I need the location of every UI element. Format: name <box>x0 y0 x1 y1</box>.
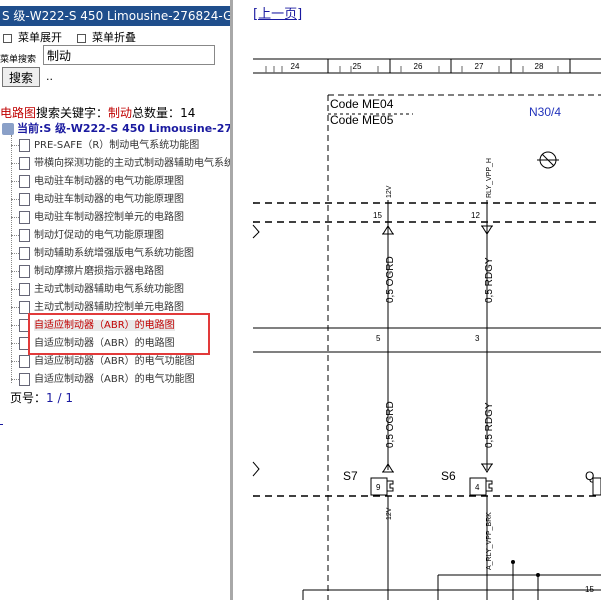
wire-label: RLY_VPP_H <box>486 158 493 198</box>
pin-label: 9 <box>376 483 381 492</box>
summary-prefix: 电路图 <box>0 106 37 120</box>
wire-color: 0,5 OGRD <box>385 401 396 448</box>
summary-total: 14 <box>180 106 196 120</box>
pin-label: 15 <box>585 585 594 594</box>
collapse-checkbox-icon[interactable] <box>77 33 86 43</box>
current-model: 当前:S 级-W222-S 450 Limousine-276824-GA <box>2 120 230 136</box>
wire-color: 0,5 RDGY <box>484 402 495 448</box>
column-number: 28 <box>535 62 544 71</box>
window-title: S 级-W222-S 450 Limousine-276824-GA <box>0 6 230 26</box>
summary-keyword-label: 搜索关键字： <box>36 106 109 120</box>
column-number: 24 <box>291 62 300 71</box>
tree-item[interactable]: 主动式制动器辅助电气系统功能图 <box>11 281 184 299</box>
small-link-dot <box>0 424 3 425</box>
document-icon <box>19 192 30 206</box>
document-icon <box>19 282 30 296</box>
tree-item[interactable]: 带横向探测功能的主动式制动器辅助电气系统功能图 <box>11 155 230 173</box>
wire-label: 12V <box>386 507 393 520</box>
wire-color: 0,5 OGRD <box>385 256 396 303</box>
pin-label: 15 <box>373 211 382 220</box>
tree-item[interactable]: 自适应制动器（ABR）的电气功能图 <box>11 353 195 371</box>
menu-expand-option[interactable]: 菜单展开 <box>3 29 62 45</box>
current-model-label: 当前:S 级-W222-S 450 Limousine-276824-GA <box>17 122 230 135</box>
wire-color: 0,5 RDGY <box>484 257 495 303</box>
menu-collapse-label: 菜单折叠 <box>92 31 136 44</box>
document-icon <box>19 228 30 242</box>
summary-total-label: 总数量： <box>132 106 181 120</box>
search-input[interactable] <box>43 45 215 65</box>
pin-label: 12 <box>471 211 480 220</box>
tree-item[interactable]: 电动驻车制动器控制单元的电路图 <box>11 209 184 227</box>
pin-label: 3 <box>475 334 480 343</box>
pin-label: 5 <box>376 334 381 343</box>
component-label: N30/4 <box>529 105 561 119</box>
pager-label: 页号： <box>10 391 47 405</box>
diagram-panel: [上一页] 24 25 26 27 28 Code ME04 Code ME05 <box>233 0 601 600</box>
menu-expand-label: 菜单展开 <box>18 31 62 44</box>
model-icon <box>2 123 14 135</box>
connector-label: S7 <box>343 469 358 483</box>
search-button[interactable]: 搜索 <box>2 67 40 87</box>
document-icon <box>19 174 30 188</box>
tree-item[interactable]: 制动灯促动的电气功能原理图 <box>11 227 164 245</box>
tree-item[interactable]: PRE-SAFE（R）制动电气系统功能图 <box>11 137 199 155</box>
menu-collapse-option[interactable]: 菜单折叠 <box>77 29 136 45</box>
connector-label: S6 <box>441 469 456 483</box>
document-icon <box>19 300 30 314</box>
column-number: 27 <box>475 62 484 71</box>
tree-item[interactable]: 电动驻车制动器的电气功能原理图 <box>11 173 184 191</box>
circuit-diagram: 24 25 26 27 28 Code ME04 Code ME05 N30/4… <box>252 58 601 600</box>
document-icon <box>19 264 30 278</box>
document-icon <box>19 156 30 170</box>
highlight-box <box>28 313 210 355</box>
pager: 页号：1 / 1 <box>10 389 73 406</box>
tree-item[interactable]: 电动驻车制动器的电气功能原理图 <box>11 191 184 209</box>
search-summary: 电路图搜索关键字：制动总数量：14 <box>0 104 195 121</box>
left-panel: S 级-W222-S 450 Limousine-276824-GA 菜单展开 … <box>0 0 230 600</box>
tree-item[interactable]: 自适应制动器（ABR）的电气功能图 <box>11 371 195 389</box>
search-label: 菜单搜索 <box>0 55 37 65</box>
summary-keyword: 制动 <box>108 106 133 120</box>
document-icon <box>19 138 30 152</box>
pin-label: 4 <box>475 483 480 492</box>
document-icon <box>19 210 30 224</box>
document-icon <box>19 372 30 386</box>
wire-label: 12V <box>386 185 393 198</box>
code-label: Code ME04 <box>330 97 394 111</box>
expand-checkbox-icon[interactable] <box>3 33 12 43</box>
document-icon <box>19 246 30 260</box>
column-number: 26 <box>414 62 423 71</box>
document-icon <box>19 354 30 368</box>
pager-value[interactable]: 1 / 1 <box>46 391 73 405</box>
wire-label: A_RLY_VPP_BRK <box>486 512 493 570</box>
tree-item[interactable]: 制动辅助系统增强版电气系统功能图 <box>11 245 194 263</box>
tree-item[interactable]: 制动摩擦片磨损指示器电路图 <box>11 263 164 281</box>
search-dots: .. <box>46 70 53 83</box>
column-number: 25 <box>353 62 362 71</box>
code-label: Code ME05 <box>330 113 394 127</box>
